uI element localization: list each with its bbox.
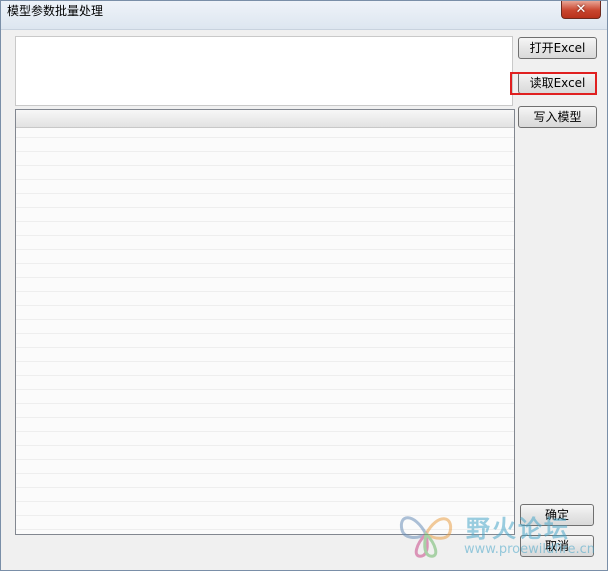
read-excel-button[interactable]: 读取Excel: [518, 72, 597, 94]
title-bar[interactable]: 模型参数批量处理 ✕: [1, 1, 607, 30]
cancel-button[interactable]: 取消: [520, 535, 594, 557]
dialog-window: 模型参数批量处理 ✕ 打开Excel 读取Excel 写入模型 确定 取消 野火…: [0, 0, 608, 571]
grid-header: [16, 110, 514, 128]
open-excel-button[interactable]: 打开Excel: [518, 37, 597, 59]
close-button[interactable]: ✕: [561, 1, 601, 19]
write-model-button[interactable]: 写入模型: [518, 106, 597, 128]
close-icon: ✕: [575, 2, 587, 17]
ok-button[interactable]: 确定: [520, 504, 594, 526]
info-textbox[interactable]: [15, 36, 513, 106]
parameter-grid[interactable]: [15, 109, 515, 535]
window-title: 模型参数批量处理: [7, 4, 104, 18]
dialog-body: 打开Excel 读取Excel 写入模型 确定 取消: [7, 30, 603, 566]
